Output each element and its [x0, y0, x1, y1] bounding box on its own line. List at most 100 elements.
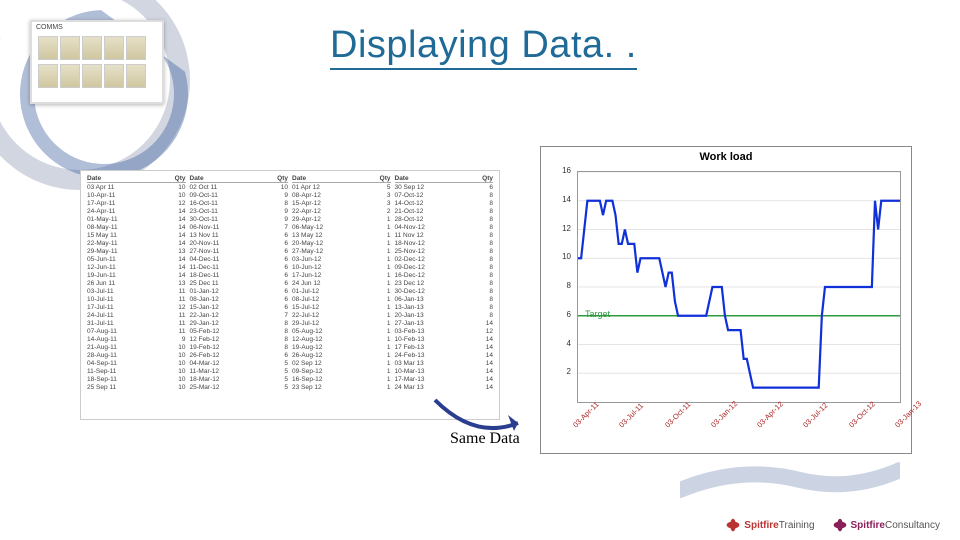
table-row: 21-Aug-1110 [87, 344, 186, 352]
table-row: 05-Aug-121 [292, 328, 391, 336]
table-row: 03-Jul-1111 [87, 288, 186, 296]
table-row: 12 Feb-128 [190, 336, 289, 344]
table-row: 20-Jan-138 [395, 312, 494, 320]
spitfire-training-logo: SpitfireTraining [726, 518, 814, 532]
table-row: 18-Sep-1110 [87, 376, 186, 384]
table-row: 06-Nov-117 [190, 224, 289, 232]
table-row: 15-Jan-126 [190, 304, 289, 312]
table-row: 19-Aug-121 [292, 344, 391, 352]
table-row: 23 Sep 121 [292, 384, 391, 392]
table-row: 29-Apr-121 [292, 216, 391, 224]
table-row: 06-May-121 [292, 224, 391, 232]
table-row: 09-Dec-128 [395, 264, 494, 272]
table-row: 22-Jan-127 [190, 312, 289, 320]
target-label: Target [585, 309, 610, 319]
table-row: 09-Oct-119 [190, 192, 289, 200]
footer-brush [680, 460, 900, 500]
table-row: 01 Apr 125 [292, 184, 391, 192]
table-row: 20-Nov-116 [190, 240, 289, 248]
table-row: 24-Apr-1114 [87, 208, 186, 216]
table-row: 10-Jun-121 [292, 264, 391, 272]
comms-board-icon: COMMS [30, 20, 164, 104]
table-row: 17-Apr-1112 [87, 200, 186, 208]
table-row: 02 Sep 121 [292, 360, 391, 368]
table-row: 22-Apr-122 [292, 208, 391, 216]
table-row: 23 Dec 128 [395, 280, 494, 288]
table-row: 07-Aug-1111 [87, 328, 186, 336]
x-tick: 03-Jul-12 [801, 401, 829, 429]
table-row: 26-Aug-121 [292, 352, 391, 360]
table-row: 07-Oct-128 [395, 192, 494, 200]
table-row: 23-Oct-119 [190, 208, 289, 216]
table-row: 04-Sep-1110 [87, 360, 186, 368]
same-data-label: Same Data [450, 430, 520, 448]
table-row: 02-Dec-128 [395, 256, 494, 264]
table-row: 22-May-1114 [87, 240, 186, 248]
spitfire-consultancy-logo: SpitfireConsultancy [833, 518, 940, 532]
corner-ornament: COMMS [0, 0, 240, 160]
table-row: 08-Apr-123 [292, 192, 391, 200]
table-row: 24-Jul-1111 [87, 312, 186, 320]
x-tick: 03-Apr-12 [755, 399, 785, 429]
chart-title: Work load [541, 151, 911, 163]
table-row: 16-Sep-121 [292, 376, 391, 384]
table-row: 13 Nov 116 [190, 232, 289, 240]
table-row: 28-Oct-128 [395, 216, 494, 224]
table-row: 10-Apr-1110 [87, 192, 186, 200]
table-row: 11-Sep-1110 [87, 368, 186, 376]
table-row: 05-Feb-128 [190, 328, 289, 336]
table-row: 26 Jun 1113 [87, 280, 186, 288]
table-row: 10-Mar-1314 [395, 368, 494, 376]
x-tick: 03-Jul-11 [617, 401, 645, 429]
table-row: 13-Jan-138 [395, 304, 494, 312]
table-row: 16-Oct-118 [190, 200, 289, 208]
table-row: 25-Mar-125 [190, 384, 289, 392]
table-row: 17-Jun-121 [292, 272, 391, 280]
table-row: 15-Apr-123 [292, 200, 391, 208]
table-row: 10-Feb-1314 [395, 336, 494, 344]
footer-logos: SpitfireTraining SpitfireConsultancy [726, 518, 940, 532]
table-row: 26-Feb-126 [190, 352, 289, 360]
y-tick: 8 [541, 281, 571, 290]
table-row: 24 Mar 1314 [395, 384, 494, 392]
table-row: 01-Jan-126 [190, 288, 289, 296]
table-row: 08-Jul-121 [292, 296, 391, 304]
table-row: 04-Nov-128 [395, 224, 494, 232]
table-row: 18-Mar-125 [190, 376, 289, 384]
data-table: DateQty03 Apr 111010-Apr-111017-Apr-1112… [80, 170, 500, 420]
table-row: 30 Sep 126 [395, 184, 494, 192]
table-row: 03 Mar 1314 [395, 360, 494, 368]
table-row: 30-Dec-128 [395, 288, 494, 296]
table-row: 11-Mar-125 [190, 368, 289, 376]
table-row: 04-Mar-125 [190, 360, 289, 368]
table-row: 24 Jun 121 [292, 280, 391, 288]
y-tick: 2 [541, 367, 571, 376]
table-row: 04-Dec-116 [190, 256, 289, 264]
table-row: 17-Mar-1314 [395, 376, 494, 384]
table-row: 03-Jun-121 [292, 256, 391, 264]
table-row: 25-Nov-128 [395, 248, 494, 256]
x-tick: 03-Jan-12 [709, 399, 739, 429]
table-row: 28-Aug-1110 [87, 352, 186, 360]
table-row: 11-Dec-116 [190, 264, 289, 272]
table-row: 29-May-1113 [87, 248, 186, 256]
table-row: 12-Jun-1114 [87, 264, 186, 272]
table-row: 27-May-121 [292, 248, 391, 256]
table-row: 17 Feb-1314 [395, 344, 494, 352]
y-tick: 4 [541, 339, 571, 348]
plane-icon [833, 518, 847, 532]
table-row: 12-Aug-121 [292, 336, 391, 344]
table-row: 09-Sep-121 [292, 368, 391, 376]
table-row: 24-Feb-1314 [395, 352, 494, 360]
y-tick: 16 [541, 166, 571, 175]
table-row: 15 May 1114 [87, 232, 186, 240]
table-row: 17-Jul-1112 [87, 304, 186, 312]
table-row: 29-Jan-128 [190, 320, 289, 328]
table-row: 01-Jul-121 [292, 288, 391, 296]
workload-chart: Work load 03-Apr-1103-Jul-1103-Oct-1103-… [540, 146, 912, 454]
table-row: 13 May 121 [292, 232, 391, 240]
table-row: 01-May-1114 [87, 216, 186, 224]
slide-title: Displaying Data. . [330, 24, 637, 67]
table-row: 11 Nov 128 [395, 232, 494, 240]
table-row: 21-Oct-128 [395, 208, 494, 216]
